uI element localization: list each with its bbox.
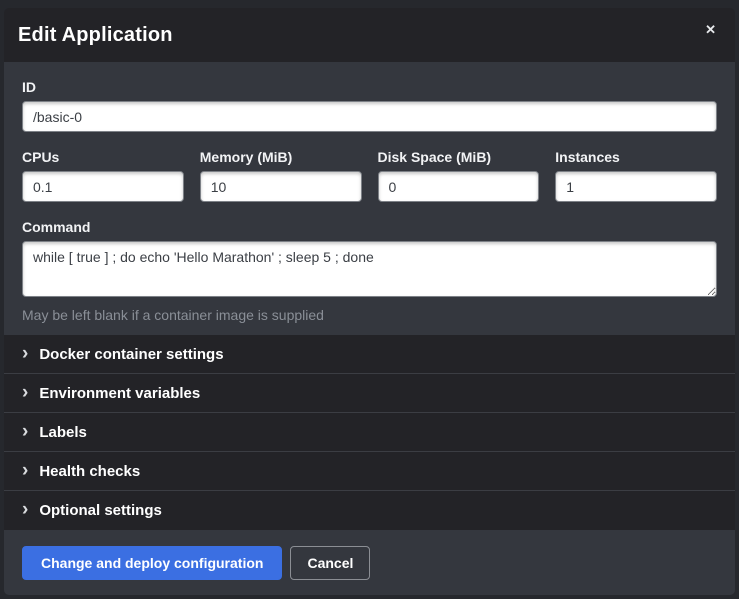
id-input[interactable] [22, 101, 717, 132]
memory-field-group: Memory (MiB) [200, 149, 362, 202]
instances-input[interactable] [555, 171, 717, 202]
resources-row: CPUs Memory (MiB) Disk Space (MiB) Insta… [22, 149, 717, 202]
section-environment-variables[interactable]: › Environment variables [4, 374, 735, 413]
section-label: Docker container settings [39, 346, 223, 363]
cancel-button[interactable]: Cancel [290, 546, 370, 580]
modal-header: Edit Application ✕ [4, 8, 735, 62]
edit-application-modal: Edit Application ✕ ID CPUs Memory (MiB) … [4, 8, 735, 595]
section-label: Health checks [39, 463, 140, 480]
memory-input[interactable] [200, 171, 362, 202]
chevron-right-icon: › [22, 500, 28, 519]
instances-field-group: Instances [555, 149, 717, 202]
disk-field-group: Disk Space (MiB) [378, 149, 540, 202]
application-form: ID CPUs Memory (MiB) Disk Space (MiB) In [4, 62, 735, 335]
command-help-text: May be left blank if a container image i… [22, 307, 717, 323]
instances-label: Instances [555, 149, 717, 165]
section-label: Optional settings [39, 502, 162, 519]
command-textarea[interactable]: while [ true ] ; do echo 'Hello Marathon… [22, 241, 717, 297]
section-optional-settings[interactable]: › Optional settings [4, 491, 735, 530]
command-field-group: Command while [ true ] ; do echo 'Hello … [22, 219, 717, 323]
modal-backdrop: Edit Application ✕ ID CPUs Memory (MiB) … [0, 0, 739, 599]
section-health-checks[interactable]: › Health checks [4, 452, 735, 491]
chevron-right-icon: › [22, 383, 28, 402]
memory-label: Memory (MiB) [200, 149, 362, 165]
close-icon[interactable]: ✕ [701, 19, 720, 40]
section-label: Environment variables [39, 385, 200, 402]
modal-title: Edit Application [18, 24, 173, 47]
command-label: Command [22, 219, 717, 235]
chevron-right-icon: › [22, 422, 28, 441]
id-label: ID [22, 79, 717, 95]
id-field-group: ID [22, 79, 717, 132]
cpus-input[interactable] [22, 171, 184, 202]
cpus-field-group: CPUs [22, 149, 184, 202]
disk-label: Disk Space (MiB) [378, 149, 540, 165]
change-and-deploy-button[interactable]: Change and deploy configuration [22, 546, 282, 580]
cpus-label: CPUs [22, 149, 184, 165]
collapsible-sections: › Docker container settings › Environmen… [4, 335, 735, 530]
section-label: Labels [39, 424, 87, 441]
modal-footer: Change and deploy configuration Cancel [4, 530, 735, 595]
disk-input[interactable] [378, 171, 540, 202]
chevron-right-icon: › [22, 461, 28, 480]
section-labels[interactable]: › Labels [4, 413, 735, 452]
chevron-right-icon: › [22, 344, 28, 363]
section-docker-container-settings[interactable]: › Docker container settings [4, 335, 735, 374]
